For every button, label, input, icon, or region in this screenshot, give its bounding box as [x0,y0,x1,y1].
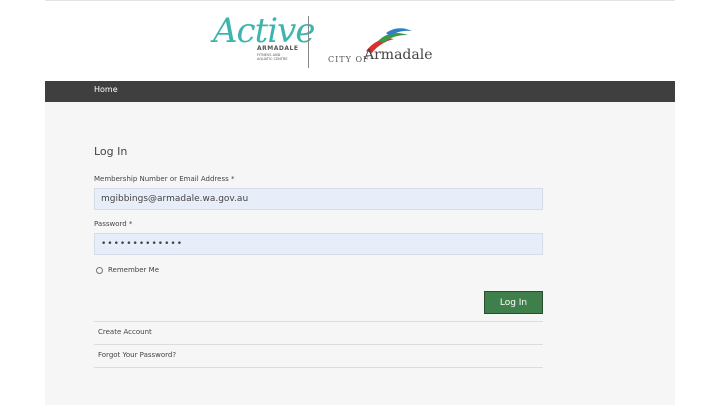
divider [94,367,543,368]
remember-me-checkbox[interactable] [96,266,103,274]
active-logo-line2: FITNESS AND AQUATIC CENTRE [257,53,288,61]
password-label: Password * [94,220,133,228]
divider [94,344,543,345]
active-logo-line1: ARMADALE [257,45,299,52]
login-button[interactable]: Log In [484,291,543,314]
active-armadale-logo[interactable]: Active ARMADALE FITNESS AND AQUATIC CENT… [213,11,315,71]
divider [94,321,543,322]
password-field[interactable]: ••••••••••••• [94,233,543,255]
site-header: Active ARMADALE FITNESS AND AQUATIC CENT… [45,0,675,81]
remember-me[interactable]: Remember Me [96,266,159,274]
email-field[interactable]: mgibbings@armadale.wa.gov.au [94,188,543,210]
forgot-password-link[interactable]: Forgot Your Password? [98,351,176,359]
create-account-link[interactable]: Create Account [98,328,152,336]
page-frame: Active ARMADALE FITNESS AND AQUATIC CENT… [45,0,675,405]
city-logo-name: Armadale [364,47,433,63]
email-label: Membership Number or Email Address * [94,175,235,183]
main-nav: Home [45,81,675,102]
city-of-armadale-logo[interactable]: CITY OF Armadale [328,27,448,71]
logo-divider [308,16,309,68]
nav-home-link[interactable]: Home [94,85,118,94]
remember-me-label: Remember Me [108,266,159,274]
login-title: Log In [94,145,128,158]
